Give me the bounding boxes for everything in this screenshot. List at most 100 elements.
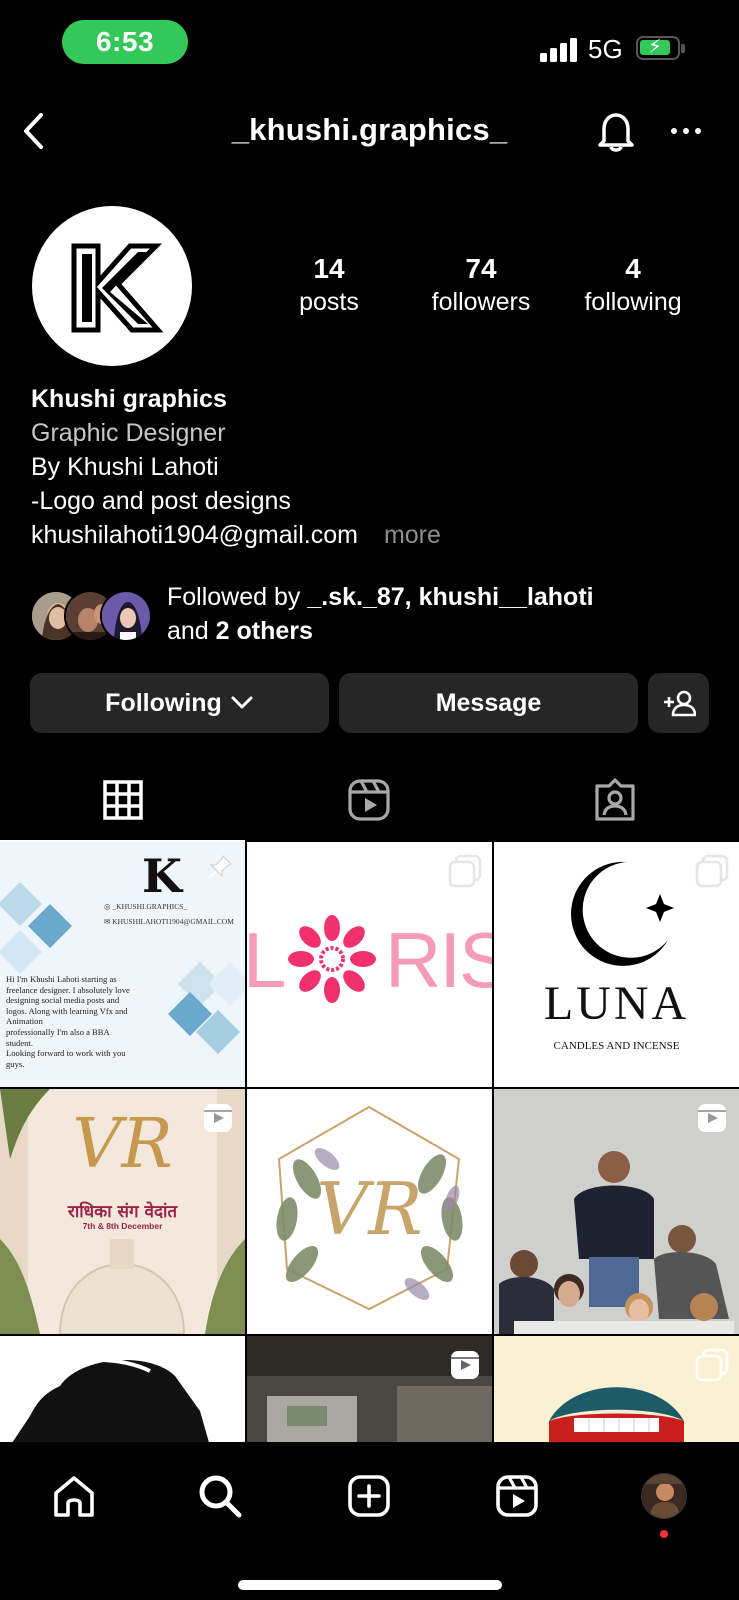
followed-by[interactable]: Followed by _.sk._87, khushi__lahoti and…: [30, 580, 720, 650]
more-options-button[interactable]: [664, 106, 708, 156]
post-hindi-title: राधिका संग वेदांत: [67, 1202, 178, 1222]
post-wordmark: LUNA: [543, 977, 690, 1030]
nav-search[interactable]: [190, 1466, 250, 1526]
posts-grid: K ◎ _KHUSHI.GRAPHICS_ ✉ KHUSHILAHOTI1904…: [0, 842, 739, 1442]
post-text-line: professionally I'm also a BBA: [6, 1026, 110, 1037]
status-time: 6:53: [62, 20, 188, 64]
nav-create[interactable]: [339, 1466, 399, 1526]
post-thumbnail[interactable]: [0, 1336, 245, 1442]
crescent-moon-icon: [571, 861, 674, 966]
profile-category[interactable]: Graphic Designer: [31, 416, 711, 450]
reels-icon: [348, 779, 390, 821]
posts-count[interactable]: 14 posts: [259, 252, 399, 318]
post-thumbnail[interactable]: VR राधिका संग वेदांत 7th & 8th December: [0, 1089, 245, 1334]
post-email-text: KHUSHILAHOTI1904@GMAIL.COM: [112, 917, 234, 926]
post-subtitle: CANDLES AND INCENSE: [553, 1040, 680, 1052]
carousel-icon: [695, 854, 729, 888]
message-button[interactable]: Message: [339, 673, 638, 733]
notification-dot: [660, 1530, 668, 1538]
nav-home[interactable]: [44, 1466, 104, 1526]
profile-avatar-small: [641, 1473, 687, 1519]
post-thumbnail[interactable]: VR: [247, 1089, 492, 1334]
add-post-icon: [348, 1475, 390, 1517]
followed-by-prefix: Followed by: [167, 583, 301, 611]
k-logo-icon: [71, 243, 164, 333]
post-thumbnail[interactable]: [494, 1089, 739, 1334]
followed-by-and: and: [167, 617, 209, 645]
bio-more-link[interactable]: more: [384, 521, 441, 549]
chevron-down-icon: [231, 696, 253, 709]
grid-icon: [103, 780, 143, 820]
profile-avatar[interactable]: [32, 206, 192, 366]
post-thumbnail[interactable]: [494, 1336, 739, 1442]
mutual-followers-avatars: [30, 590, 154, 644]
bottom-navigation: [0, 1442, 739, 1600]
add-person-icon: [663, 690, 696, 717]
reel-badge-icon: [698, 1104, 726, 1132]
network-type: 5G: [588, 34, 623, 64]
reel-badge-icon: [204, 1104, 232, 1132]
flower-logo-icon: [288, 915, 376, 1003]
post-text-line: student.: [6, 1037, 33, 1048]
notifications-button[interactable]: [592, 106, 640, 156]
battery-charging-icon: ⚡: [636, 36, 685, 60]
post-thumbnail[interactable]: LUNA CANDLES AND INCENSE: [494, 842, 739, 1087]
following-button[interactable]: Following: [30, 673, 329, 733]
profile-tabs: [0, 760, 739, 842]
home-indicator[interactable]: [238, 1580, 502, 1590]
nav-reels[interactable]: [487, 1466, 547, 1526]
search-icon: [199, 1475, 242, 1518]
post-handle: ◎ _KHUSHI.GRAPHICS_: [104, 902, 188, 911]
profile-actions: Following Message: [30, 673, 710, 733]
post-thumbnail[interactable]: [247, 1336, 492, 1442]
post-email: ✉ KHUSHILAHOTI1904@GMAIL.COM: [104, 917, 234, 926]
post-thumbnail[interactable]: K ◎ _KHUSHI.GRAPHICS_ ✉ KHUSHILAHOTI1904…: [0, 842, 245, 1087]
tab-reels[interactable]: [246, 760, 492, 840]
bell-icon: [598, 113, 634, 152]
bio-line: -Logo and post designs: [31, 487, 291, 515]
home-icon: [54, 1476, 94, 1517]
followers-count-label: followers: [431, 288, 531, 316]
more-horizontal-icon: [671, 128, 701, 134]
suggested-users-button[interactable]: [648, 673, 709, 733]
post-handle-text: _KHUSHI.GRAPHICS_: [112, 902, 188, 911]
carousel-icon: [695, 1348, 729, 1382]
nav-profile[interactable]: [634, 1466, 694, 1526]
post-text-line: freelance designer. I absolutely love: [6, 984, 130, 995]
post-text-line: designing social media posts and: [6, 995, 120, 1006]
post-text-line: Looking forward to work with you: [6, 1048, 126, 1059]
avatar: [100, 590, 152, 642]
bio-email-link[interactable]: khushilahoti1904@gmail.com: [31, 521, 358, 549]
following-count-label: following: [584, 288, 682, 316]
post-thumbnail[interactable]: L RIS: [247, 842, 492, 1087]
followers-count[interactable]: 74 followers: [411, 252, 551, 318]
post-text-line: Hi I'm Khushi Lahoti starting as: [6, 974, 117, 984]
post-text-line: Animation: [6, 1016, 43, 1027]
pin-icon: [208, 855, 232, 879]
carousel-icon: [448, 854, 482, 888]
post-date: 7th & 8th December: [82, 1221, 163, 1231]
tab-posts-grid[interactable]: [0, 760, 246, 840]
tab-tagged[interactable]: [492, 760, 738, 840]
following-count-value: 4: [625, 253, 641, 284]
post-text-line: guys.: [6, 1058, 25, 1069]
reels-icon: [496, 1475, 538, 1517]
posts-count-value: 14: [313, 253, 345, 284]
profile-bio: Khushi graphics Graphic Designer By Khus…: [31, 382, 711, 552]
followed-by-others: 2 others: [215, 617, 313, 645]
post-monogram: VR: [316, 1167, 423, 1251]
tagged-person-icon: [595, 778, 635, 821]
profile-header: _khushi.graphics_: [0, 100, 739, 162]
bio-line: By Khushi Lahoti: [31, 453, 219, 481]
followed-by-text: Followed by _.sk._87, khushi__lahoti and…: [167, 580, 594, 648]
followed-by-users: _.sk._87, khushi__lahoti: [307, 583, 594, 611]
status-bar: 6:53 5G ⚡: [0, 0, 739, 90]
post-wordmark-right: RIS: [385, 916, 492, 1004]
posts-count-label: posts: [299, 288, 359, 316]
post-intro-text: Hi I'm Khushi Lahoti starting as freelan…: [6, 974, 156, 1069]
post-logo-letter: K: [142, 849, 182, 903]
post-wordmark-left: L: [247, 916, 287, 1004]
reel-badge-icon: [451, 1351, 479, 1379]
following-count[interactable]: 4 following: [563, 252, 703, 318]
profile-name: Khushi graphics: [31, 385, 227, 413]
